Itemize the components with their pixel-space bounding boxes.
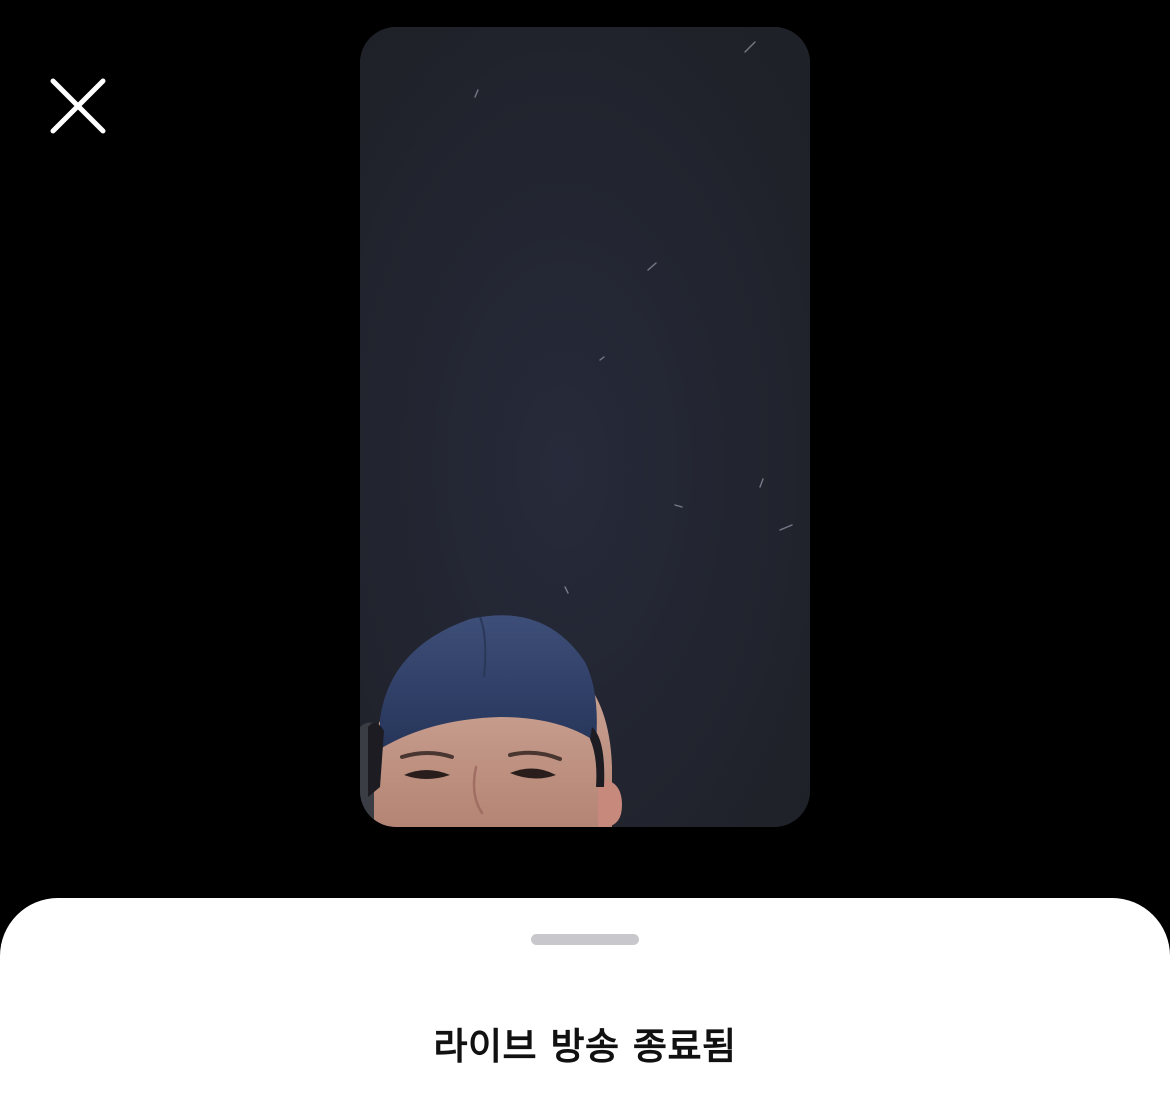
broadcast-preview [360,27,810,827]
sheet-title: 라이브 방송 종료됨 [433,1025,737,1068]
preview-image [360,27,810,827]
live-ended-screen: 라이브 방송 종료됨 [0,0,1170,1100]
close-icon [50,78,106,134]
close-button[interactable] [44,72,112,140]
sheet-grabber[interactable] [531,934,639,945]
bottom-sheet: 라이브 방송 종료됨 [0,898,1170,1100]
